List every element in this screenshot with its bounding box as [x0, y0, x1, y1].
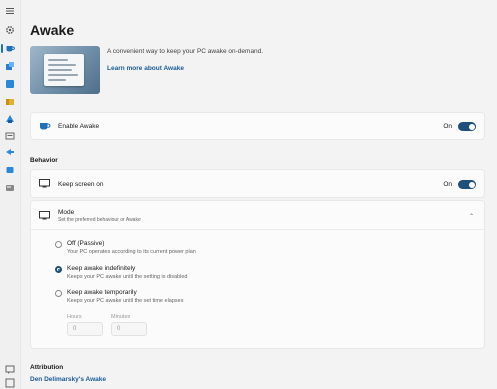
mouse-utilities-icon[interactable]: [5, 165, 15, 175]
attribution-link[interactable]: Den Delimarsky's Awake: [30, 376, 106, 383]
option-temporarily-subtitle: Keeps your PC awake until the set time e…: [67, 298, 184, 304]
hours-input[interactable]: 0: [67, 322, 103, 336]
keep-screen-on-toggle[interactable]: [458, 180, 476, 189]
mode-expander-card: Mode Set the preferred behaviour or Awak…: [30, 200, 485, 349]
chevron-up-icon[interactable]: ⌃: [469, 213, 474, 220]
radio-off-passive[interactable]: [55, 241, 62, 248]
page-description: A convenient way to keep your PC awake o…: [107, 48, 264, 55]
pc-monitor-icon: [39, 211, 50, 220]
monitor-icon: [39, 179, 50, 188]
behavior-heading: Behavior: [30, 157, 58, 164]
file-explorer-addons-icon[interactable]: [5, 114, 15, 124]
feedback-icon[interactable]: [5, 365, 15, 375]
keyboard-manager-icon[interactable]: [5, 147, 15, 157]
minutes-input[interactable]: 0: [111, 322, 147, 336]
keep-screen-on-state: On: [443, 181, 452, 188]
hamburger-menu-icon[interactable]: [5, 6, 15, 16]
option-indefinitely-title: Keep awake indefinitely: [67, 265, 136, 272]
hero-window-illustration: [44, 54, 84, 86]
radio-keep-awake-indefinitely[interactable]: [55, 266, 62, 273]
welcome-icon[interactable]: [5, 378, 15, 388]
enable-awake-toggle[interactable]: [458, 122, 476, 131]
mode-divider: [31, 229, 484, 230]
color-picker-icon[interactable]: [5, 79, 15, 89]
enable-awake-toggle-group[interactable]: On: [443, 122, 476, 131]
option-off-passive-title: Off (Passive): [67, 240, 105, 247]
attribution-heading: Attribution: [30, 364, 64, 371]
awake-cup-icon: [39, 121, 51, 131]
option-temporarily-title: Keep awake temporarily: [67, 289, 137, 296]
option-off-passive-subtitle: Your PC operates according to its curren…: [67, 249, 196, 255]
keep-screen-on-card: Keep screen on On: [30, 169, 485, 198]
nav-active-indicator: [1, 44, 3, 53]
enable-awake-label: Enable Awake: [58, 123, 100, 130]
nav-rail: [0, 0, 21, 389]
fancyzones-icon[interactable]: [5, 97, 15, 107]
image-resizer-icon[interactable]: [5, 131, 15, 141]
awake-hero-image: [30, 46, 100, 94]
awake-cup-icon[interactable]: [5, 43, 15, 53]
powerrename-icon[interactable]: [5, 183, 15, 193]
keep-screen-on-toggle-group[interactable]: On: [443, 180, 476, 189]
learn-more-link[interactable]: Learn more about Awake: [107, 65, 184, 72]
hours-label: Hours: [67, 314, 82, 320]
enable-awake-state: On: [443, 123, 452, 130]
mode-label: Mode: [58, 209, 75, 216]
option-indefinitely-subtitle: Keeps your PC awake until the setting is…: [67, 274, 188, 280]
radio-keep-awake-temporarily[interactable]: [55, 290, 62, 297]
keep-screen-on-label: Keep screen on: [58, 181, 104, 188]
always-on-top-icon[interactable]: [5, 61, 15, 71]
gear-icon[interactable]: [5, 25, 15, 35]
minutes-label: Minutes: [111, 314, 131, 320]
mode-subtitle: Set the preferred behaviour or Awake: [58, 217, 141, 223]
page-title: Awake: [30, 22, 75, 38]
enable-awake-card: Enable Awake On: [30, 112, 485, 140]
